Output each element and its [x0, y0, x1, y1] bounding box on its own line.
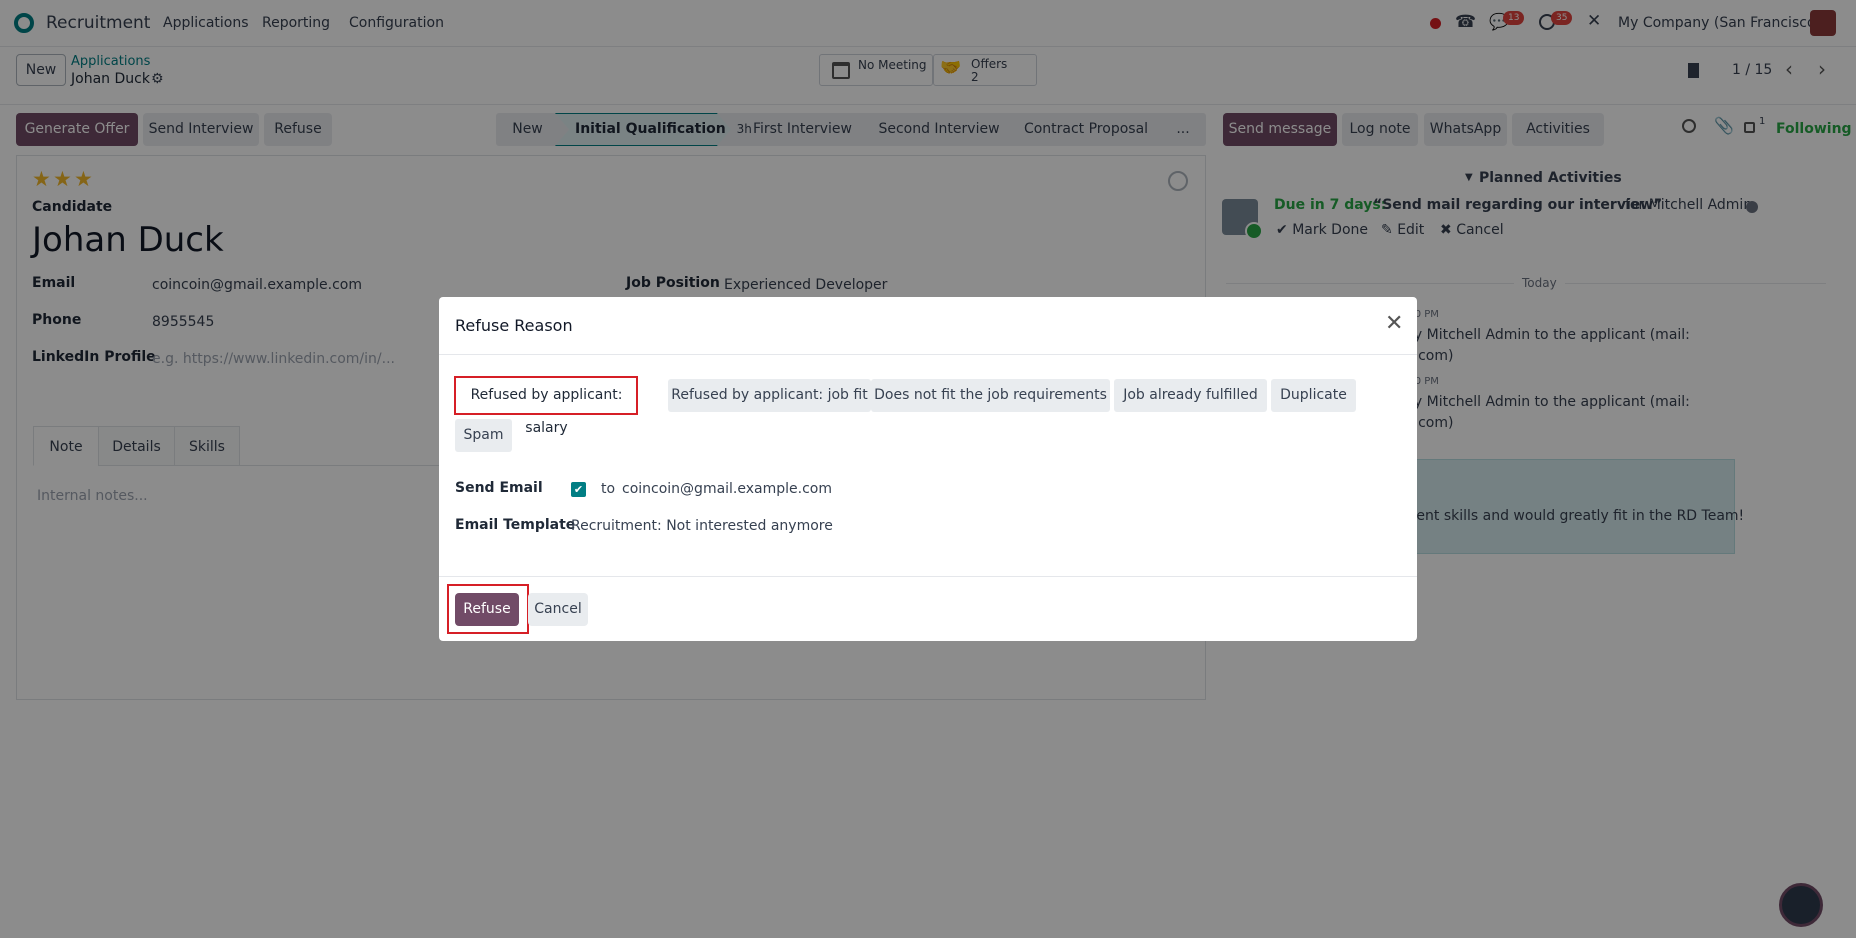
- cancel-dialog-button[interactable]: Cancel: [528, 593, 588, 626]
- dialog-footer-divider: [439, 576, 1417, 577]
- close-icon[interactable]: ✕: [1385, 311, 1403, 336]
- email-template-label: Email Template: [455, 517, 576, 533]
- reason-job-fulfilled[interactable]: Job already fulfilled: [1114, 379, 1267, 412]
- selected-reason-highlight: [454, 376, 638, 415]
- refuse-button-highlight: [447, 584, 529, 634]
- reason-duplicate[interactable]: Duplicate: [1271, 379, 1356, 412]
- send-email-checkbox[interactable]: ✔: [571, 482, 586, 497]
- email-template-field[interactable]: Recruitment: Not interested anymore: [571, 518, 833, 534]
- send-email-label: Send Email: [455, 480, 543, 496]
- to-label: to: [601, 481, 616, 497]
- refuse-reason-dialog: Refuse Reason ✕ Refused by applicant: sa…: [439, 297, 1417, 641]
- email-recipient: coincoin@gmail.example.com: [622, 481, 832, 497]
- dialog-title: Refuse Reason: [455, 316, 573, 335]
- dialog-header-divider: [439, 354, 1417, 355]
- reason-job-fit[interactable]: Refused by applicant: job fit: [668, 379, 871, 412]
- reason-job-requirements[interactable]: Does not fit the job requirements: [871, 379, 1110, 412]
- reason-spam[interactable]: Spam: [455, 419, 512, 452]
